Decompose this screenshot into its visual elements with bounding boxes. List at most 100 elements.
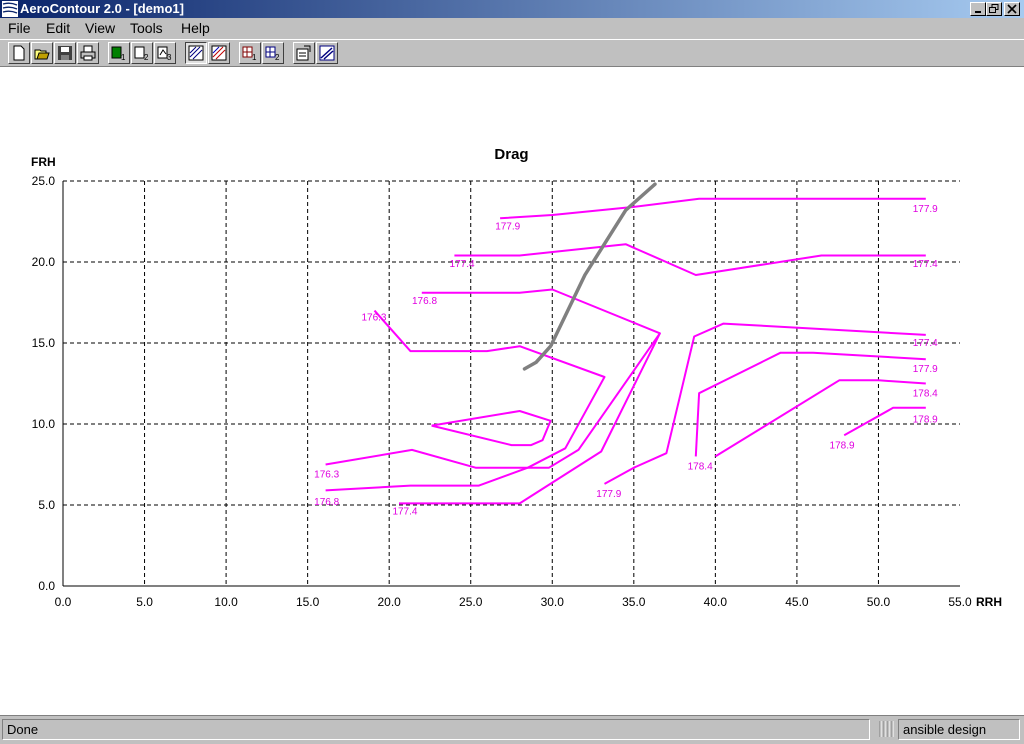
x-tick-label: 40.0 — [704, 595, 728, 609]
x-tick-label: 5.0 — [136, 595, 153, 609]
compare-2-button[interactable]: 2 — [262, 42, 284, 64]
dataset-1-button[interactable]: 1 — [108, 42, 130, 64]
print-button[interactable] — [77, 42, 99, 64]
new-button[interactable] — [8, 42, 30, 64]
window-title: AeroContour 2.0 - [demo1] — [20, 1, 184, 16]
contour-line — [694, 351, 926, 457]
svg-text:2: 2 — [144, 53, 149, 61]
x-tick-label: 55.0 — [948, 595, 972, 609]
save-button[interactable] — [54, 42, 76, 64]
contour-label: 176.8 — [314, 497, 339, 508]
dataset-1-icon: 1 — [111, 46, 126, 61]
close-button[interactable] — [1004, 2, 1020, 16]
y-tick-label: 25.0 — [32, 174, 56, 188]
minimize-button[interactable] — [970, 2, 986, 16]
contour-label: 177.9 — [495, 222, 520, 233]
contour-line — [500, 197, 926, 220]
close-icon — [1007, 4, 1017, 14]
y-tick-label: 0.0 — [38, 579, 55, 593]
restore-button[interactable] — [986, 2, 1002, 16]
x-tick-label: 25.0 — [459, 595, 483, 609]
title-bar[interactable]: AeroContour 2.0 - [demo1] — [0, 0, 1024, 18]
chart-frame — [62, 181, 960, 587]
menu-edit[interactable]: Edit — [44, 20, 72, 36]
svg-text:2: 2 — [275, 53, 280, 61]
x-tick-label: 45.0 — [785, 595, 809, 609]
contour-label: 176.3 — [361, 312, 386, 323]
dataset-3-button[interactable]: 3 — [154, 42, 176, 64]
contour-label: 176.3 — [314, 469, 339, 480]
properties-icon — [296, 45, 311, 61]
svg-text:3: 3 — [167, 53, 172, 61]
contour-label: 177.9 — [913, 204, 938, 215]
contour-label: 178.4 — [913, 388, 938, 399]
svg-text:1: 1 — [121, 53, 126, 61]
x-tick-label: 30.0 — [541, 595, 565, 609]
contour-label: 177.9 — [596, 489, 621, 500]
menu-bar: File Edit View Tools Help — [0, 18, 1024, 38]
grip-icon — [879, 721, 894, 737]
menu-file[interactable]: File — [6, 20, 33, 36]
x-tick-label: 20.0 — [378, 595, 402, 609]
contour-label: 178.4 — [688, 461, 713, 472]
status-text: Done — [2, 719, 870, 740]
contour-chart: 0.0 5.0 10.0 15.0 20.0 25.0 30.0 35.0 40.0 45.0 50… — [31, 146, 1002, 609]
compare-1-button[interactable]: 1 — [239, 42, 261, 64]
open-icon — [34, 49, 50, 60]
app-icon — [2, 1, 18, 17]
minimize-icon — [975, 11, 981, 13]
contour-line — [431, 410, 552, 447]
menu-help[interactable]: Help — [179, 20, 212, 36]
svg-text:1: 1 — [252, 53, 257, 61]
contour-line — [325, 309, 606, 492]
contour-label: 177.4 — [913, 338, 938, 349]
contour-line — [714, 379, 926, 458]
x-axis-label: RRH — [976, 595, 1002, 609]
properties-button[interactable] — [293, 42, 315, 64]
save-icon — [58, 46, 72, 60]
chart-grid — [63, 180, 960, 586]
axis-ticks: 0.0 5.0 10.0 15.0 20.0 25.0 30.0 35.0 40.0 45.0 50… — [32, 174, 972, 609]
status-grip-divider — [874, 719, 896, 740]
dataset-2-button[interactable]: 2 — [131, 42, 153, 64]
menu-tools[interactable]: Tools — [128, 20, 165, 36]
compare-1-icon: 1 — [242, 46, 257, 61]
contour-line — [399, 332, 661, 505]
settings-icon — [319, 45, 335, 61]
x-tick-label: 35.0 — [622, 595, 646, 609]
contour-label: 177.4 — [913, 259, 938, 270]
x-tick-label: 50.0 — [867, 595, 891, 609]
print-icon — [80, 45, 96, 61]
contour-label: 178.9 — [830, 440, 855, 451]
shade-view-button[interactable] — [208, 42, 230, 64]
x-tick-label: 0.0 — [55, 595, 72, 609]
contour-view-icon — [188, 45, 204, 61]
contour-view-button[interactable] — [185, 42, 207, 64]
contour-label: 176.8 — [412, 296, 437, 307]
contour-label: 177.4 — [450, 259, 475, 270]
contour-labels: 177.9 177.9 177.4 177.4 176.8 176.3 176.3 176.8… — [314, 204, 938, 518]
y-tick-label: 15.0 — [32, 336, 56, 350]
restore-icon — [989, 4, 999, 13]
settings-button[interactable] — [316, 42, 338, 64]
contour-label: 177.4 — [392, 507, 417, 518]
status-company: ansible design — [898, 719, 1020, 740]
chart-title: Drag — [494, 146, 528, 163]
chart-area: 0.0 5.0 10.0 15.0 20.0 25.0 30.0 35.0 40.0 45.0 50… — [0, 66, 1024, 716]
x-tick-label: 10.0 — [214, 595, 238, 609]
dataset-3-icon: 3 — [157, 46, 172, 61]
toolbar: 1 2 3 1 2 — [0, 39, 1024, 66]
contour-label: 178.9 — [913, 414, 938, 425]
new-icon — [13, 45, 25, 61]
y-tick-label: 20.0 — [32, 255, 56, 269]
y-axis-label: FRH — [31, 155, 56, 169]
contour-line — [454, 243, 926, 276]
y-tick-label: 10.0 — [32, 417, 56, 431]
shade-view-icon — [211, 45, 227, 61]
compare-2-icon: 2 — [265, 46, 280, 61]
open-button[interactable] — [31, 42, 53, 64]
dataset-2-icon: 2 — [134, 46, 149, 61]
contour-label: 177.9 — [913, 364, 938, 375]
x-tick-label: 15.0 — [296, 595, 320, 609]
menu-view[interactable]: View — [83, 20, 117, 36]
